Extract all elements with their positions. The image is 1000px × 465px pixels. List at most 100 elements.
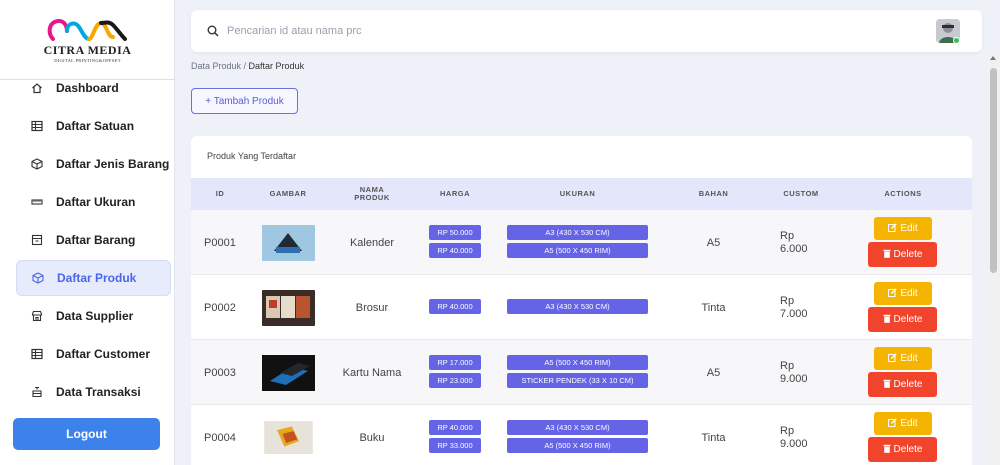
product-image — [262, 340, 315, 405]
delete-label: Delete — [893, 249, 923, 260]
products-card: Produk Yang Terdaftar ID GAMBAR NAMA PRO… — [191, 136, 972, 465]
trash-icon — [883, 444, 891, 456]
edit-label: Edit — [900, 353, 918, 364]
sidebar-item-data-transaksi[interactable]: Data Transaksi — [16, 374, 171, 410]
search-input[interactable] — [227, 21, 627, 41]
table-row: P0002 Brosur RP 40.000 A3 (430 X 530 CM)… — [191, 275, 972, 340]
column-header-harga: HARGA — [440, 188, 470, 198]
sidebar-item-dashboard[interactable]: Dashboard — [16, 70, 171, 106]
edit-label: Edit — [900, 418, 918, 429]
breadcrumb: Data Produk / Daftar Produk — [191, 61, 304, 71]
product-bahan: A5 — [706, 366, 721, 379]
table-row: P0003 Kartu Nama RP 17.000 RP 23.000 A5 … — [191, 340, 972, 405]
page-scrollbar[interactable] — [987, 52, 1000, 465]
size-badge: A5 (500 X 450 RIM) — [507, 438, 648, 453]
trash-icon — [883, 249, 891, 261]
box-icon — [31, 271, 45, 285]
edit-icon — [888, 352, 898, 365]
price-badge: RP 23.000 — [429, 373, 481, 388]
size-badge: STICKER PENDEK (33 X 10 CM) — [507, 373, 648, 388]
product-id: P0003 — [204, 366, 236, 379]
product-custom: Rp 9.000 — [780, 425, 808, 450]
product-id: P0001 — [204, 236, 236, 249]
column-header-actions: ACTIONS — [884, 188, 922, 198]
scroll-up-arrow-icon[interactable] — [990, 56, 996, 60]
product-custom: Rp 7.000 — [780, 295, 808, 320]
edit-button[interactable]: Edit — [874, 282, 932, 305]
table-header: ID GAMBAR NAMA PRODUK HARGA UKURAN BAHAN… — [191, 178, 972, 210]
archive-icon — [30, 233, 44, 247]
sidebar-item-daftar-jenis-barang[interactable]: Daftar Jenis Barang — [16, 146, 171, 182]
store-icon — [30, 309, 44, 323]
sidebar-item-label: Daftar Satuan — [56, 119, 135, 133]
calendar-thumbnail-icon — [262, 224, 315, 261]
product-bahan: Tinta — [701, 431, 726, 444]
size-list: A5 (500 X 450 RIM) STICKER PENDEK (33 X … — [507, 355, 648, 388]
price-badge: RP 33.000 — [429, 438, 481, 453]
product-name: Kartu Nama — [342, 366, 402, 379]
column-header-gambar: GAMBAR — [269, 188, 307, 198]
edit-button[interactable]: Edit — [874, 347, 932, 370]
sidebar-item-daftar-barang[interactable]: Daftar Barang — [16, 222, 171, 258]
table-icon — [30, 347, 44, 361]
size-list: A3 (430 X 530 CM) A5 (500 X 450 RIM) — [507, 420, 648, 453]
product-image — [262, 275, 315, 340]
breadcrumb-current: Daftar Produk — [248, 61, 305, 71]
sidebar-item-daftar-satuan[interactable]: Daftar Satuan — [16, 108, 171, 144]
business-card-thumbnail-icon — [262, 354, 315, 391]
sidebar-item-label: Daftar Barang — [56, 233, 136, 247]
delete-button[interactable]: Delete — [868, 307, 937, 332]
column-header-id: ID — [215, 188, 225, 198]
logout-button[interactable]: Logout — [13, 418, 160, 450]
online-status-dot — [953, 37, 960, 44]
sidebar-item-data-supplier[interactable]: Data Supplier — [16, 298, 171, 334]
price-badge: RP 50.000 — [429, 225, 481, 240]
book-thumbnail-icon — [264, 421, 313, 454]
delete-button[interactable]: Delete — [868, 372, 937, 397]
table-row: P0004 Buku RP 40.000 RP 33.000 A3 (430 X… — [191, 405, 972, 465]
column-header-custom: CUSTOM — [783, 188, 819, 198]
home-icon — [30, 81, 44, 95]
price-list: RP 17.000 RP 23.000 — [429, 355, 481, 388]
price-list: RP 40.000 RP 33.000 — [429, 420, 481, 453]
edit-label: Edit — [900, 288, 918, 299]
breadcrumb-separator: / — [241, 61, 249, 71]
delete-label: Delete — [893, 444, 923, 455]
brand-name: CITRA MEDIA — [43, 42, 132, 57]
sidebar-item-label: Daftar Produk — [57, 271, 137, 285]
brand-logo: CITRA MEDIA DIGITAL PRINTING&OFFSET — [0, 0, 175, 80]
box-icon — [30, 157, 44, 171]
sidebar-item-label: Data Supplier — [56, 309, 134, 323]
sidebar-item-daftar-customer[interactable]: Daftar Customer — [16, 336, 171, 372]
price-badge: RP 40.000 — [429, 299, 481, 314]
breadcrumb-parent[interactable]: Data Produk — [191, 61, 241, 71]
brand-tagline: DIGITAL PRINTING&OFFSET — [54, 57, 121, 63]
product-custom: Rp 9.000 — [780, 360, 808, 385]
edit-button[interactable]: Edit — [874, 217, 932, 240]
price-badge: RP 40.000 — [429, 243, 481, 258]
edit-icon — [888, 287, 898, 300]
scrollbar-thumb[interactable] — [990, 68, 997, 273]
add-product-button[interactable]: + Tambah Produk — [191, 88, 298, 114]
column-header-ukuran: UKURAN — [559, 188, 596, 198]
edit-icon — [888, 417, 898, 430]
top-bar — [191, 10, 982, 52]
product-image — [262, 405, 315, 465]
edit-icon — [888, 222, 898, 235]
delete-button[interactable]: Delete — [868, 437, 937, 462]
product-image — [262, 210, 315, 275]
delete-button[interactable]: Delete — [868, 242, 937, 267]
edit-button[interactable]: Edit — [874, 412, 932, 435]
sidebar-item-daftar-produk[interactable]: Daftar Produk — [16, 260, 171, 296]
size-badge: A3 (430 X 530 CM) — [507, 299, 648, 314]
product-custom: Rp 6.000 — [780, 230, 808, 255]
ruler-icon — [30, 195, 44, 209]
sidebar-item-label: Daftar Ukuran — [56, 195, 136, 209]
sidebar: CITRA MEDIA DIGITAL PRINTING&OFFSET Dash… — [0, 0, 175, 465]
price-list: RP 50.000 RP 40.000 — [429, 225, 481, 258]
transaction-icon — [30, 385, 44, 399]
size-badge: A3 (430 X 530 CM) — [507, 420, 648, 435]
brochure-thumbnail-icon — [262, 289, 315, 326]
product-id: P0004 — [204, 431, 236, 444]
sidebar-item-daftar-ukuran[interactable]: Daftar Ukuran — [16, 184, 171, 220]
